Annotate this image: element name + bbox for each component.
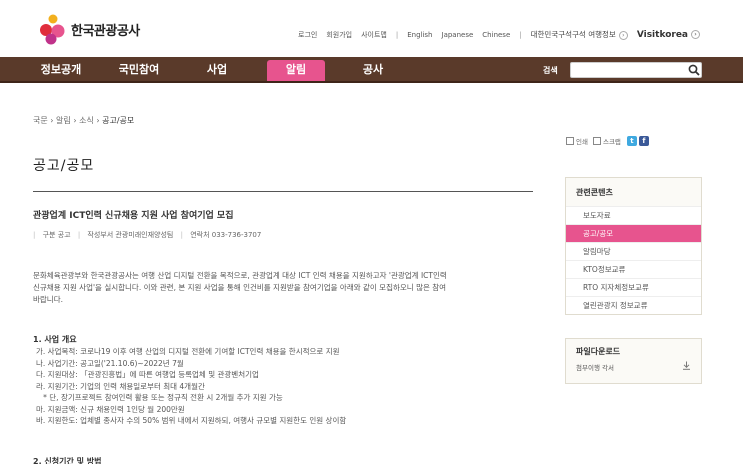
divider: | — [395, 30, 399, 39]
breadcrumb-notice[interactable]: 알림 — [56, 116, 71, 125]
top-header: 한국관광공사 로그인 회원가입 사이트맵 | English Japanese … — [0, 0, 743, 57]
nav-item-notice[interactable]: 알림 — [267, 60, 325, 81]
chevron-right-icon: › — [691, 29, 700, 39]
visitkorea-label: Visitkorea — [636, 29, 688, 40]
overview-list: 가. 사업목적: 코로나19 이후 여행 산업의 디지털 전환에 기여할 ICT… — [36, 346, 346, 427]
sitemap-link[interactable]: 사이트맵 — [361, 30, 387, 40]
breadcrumb-current: 공고/공모 — [102, 116, 135, 125]
breadcrumb-separator: › — [73, 116, 77, 125]
breadcrumb-separator: › — [50, 116, 54, 125]
download-file-link[interactable]: 첨부이행 각서 — [566, 361, 701, 372]
intro-line: 신규채용 지원 사업'을 실시합니다. 이와 관련, 본 지원 사업을 통해 인… — [33, 283, 447, 292]
chinese-link[interactable]: Chinese — [482, 31, 510, 39]
share-tools: 인쇄 스크랩 t f — [566, 136, 649, 146]
sidebar-item-kto[interactable]: KTO정보교류 — [566, 260, 701, 278]
meta-divider: | — [33, 231, 36, 239]
section-heading-2: 2. 신청기간 및 방법 — [33, 457, 102, 464]
related-content-box: 관련콘텐츠 보도자료 공고/공모 알림마당 KTO정보교류 RTO 지자체정보교… — [565, 177, 702, 315]
list-item: 나. 사업기간: 공고일('21.10.6)~2022년 7월 — [36, 358, 184, 368]
facebook-icon[interactable]: f — [638, 136, 649, 146]
page-title: 공고/공모 — [33, 158, 95, 174]
list-item: 다. 지원대상: 「관광진흥법」에 따른 여행업 등록업체 및 관광벤처기업 — [36, 370, 259, 379]
twitter-icon[interactable]: t — [626, 136, 637, 146]
related-content-heading: 관련콘텐츠 — [576, 188, 613, 197]
search-icon[interactable] — [688, 64, 700, 76]
nav-item-company[interactable]: 공사 — [334, 57, 412, 81]
nav-item-info[interactable]: 정보공개 — [22, 57, 100, 81]
list-item: * 단, 장기프로젝트 참여인력 활용 또는 정규직 전환 시 2개월 추가 지… — [36, 393, 283, 402]
post-intro: 문화체육관광부와 한국관광공사는 여행 산업 디지털 전환을 목적으로, 관광업… — [33, 270, 533, 306]
file-download-box: 파일다운로드 첨부이행 각서 — [565, 338, 702, 384]
print-button[interactable]: 인쇄 — [576, 136, 588, 146]
travel-info-link[interactable]: 대한민국구석구석 여행정보 › — [531, 29, 628, 40]
breadcrumb-home[interactable]: 국문 — [33, 116, 48, 125]
login-link[interactable]: 로그인 — [298, 30, 317, 40]
visitkorea-link[interactable]: Visitkorea › — [636, 29, 700, 40]
title-divider — [33, 191, 533, 192]
divider: | — [519, 30, 522, 39]
meta-divider: | — [77, 231, 81, 239]
sidebar-item-rto[interactable]: RTO 지자체정보교류 — [566, 278, 701, 296]
english-link[interactable]: English — [407, 31, 432, 39]
list-item: 마. 지원금액: 신규 채용인력 1인당 월 200만원 — [36, 404, 185, 414]
post-meta: | 구분 공고 | 작성부서 관광미래인재양성팀 | 연락처 033-736-3… — [33, 230, 261, 240]
breadcrumb-news[interactable]: 소식 — [79, 116, 94, 125]
list-item: 라. 지원기간: 기업의 인력 채용일로부터 최대 4개월간 — [36, 381, 205, 391]
list-item: 가. 사업목적: 코로나19 이후 여행 산업의 디지털 전환에 기여할 ICT… — [36, 347, 340, 356]
breadcrumb: 국문 › 알림 › 소식 › 공고/공모 — [33, 115, 134, 126]
japanese-link[interactable]: Japanese — [442, 31, 474, 39]
list-item: 바. 지원한도: 업체별 종사자 수의 50% 범위 내에서 지원하되, 여행사… — [36, 416, 347, 425]
breadcrumb-separator: › — [96, 116, 100, 125]
nav-item-participation[interactable]: 국민참여 — [100, 57, 178, 81]
brand-name[interactable]: 한국관광공사 — [71, 20, 140, 39]
join-link[interactable]: 회원가입 — [326, 30, 352, 40]
sidebar-item-board[interactable]: 알림마당 — [566, 242, 701, 260]
sidebar-item-press[interactable]: 보도자료 — [566, 206, 701, 224]
meta-divider: | — [180, 231, 183, 239]
utility-links: 로그인 회원가입 사이트맵 | English Japanese Chinese… — [298, 29, 709, 40]
download-icon[interactable] — [682, 361, 691, 370]
sidebar-item-notices[interactable]: 공고/공모 — [566, 224, 701, 242]
nav-item-business[interactable]: 사업 — [178, 57, 256, 81]
print-icon — [566, 137, 574, 145]
intro-line: 바랍니다. — [33, 295, 63, 304]
sidebar-item-open-tourism[interactable]: 열린관광지 정보교류 — [566, 296, 701, 314]
kto-logo-icon[interactable] — [38, 12, 68, 46]
meta-author: 작성부서 관광미래인재양성팀 — [87, 231, 174, 239]
meta-category: 구분 공고 — [42, 231, 71, 239]
chevron-right-icon: › — [618, 30, 628, 40]
download-file-name: 첨부이행 각서 — [576, 364, 614, 372]
search-label: 검색 — [543, 66, 558, 75]
post-title: 관광업계 ICT인력 신규채용 지원 사업 참여기업 모집 — [33, 211, 234, 221]
intro-line: 문화체육관광부와 한국관광공사는 여행 산업 디지털 전환을 목적으로, 관광업… — [33, 271, 447, 280]
scrap-icon — [592, 137, 601, 145]
section-heading-1: 1. 사업 개요 — [33, 335, 77, 344]
scrap-button[interactable]: 스크랩 — [603, 136, 621, 146]
file-download-heading: 파일다운로드 — [576, 347, 621, 356]
meta-contact: 연락처 033-736-3707 — [190, 231, 262, 239]
search-input[interactable] — [570, 62, 702, 78]
travel-info-label: 대한민국구석구석 여행정보 — [530, 30, 616, 39]
